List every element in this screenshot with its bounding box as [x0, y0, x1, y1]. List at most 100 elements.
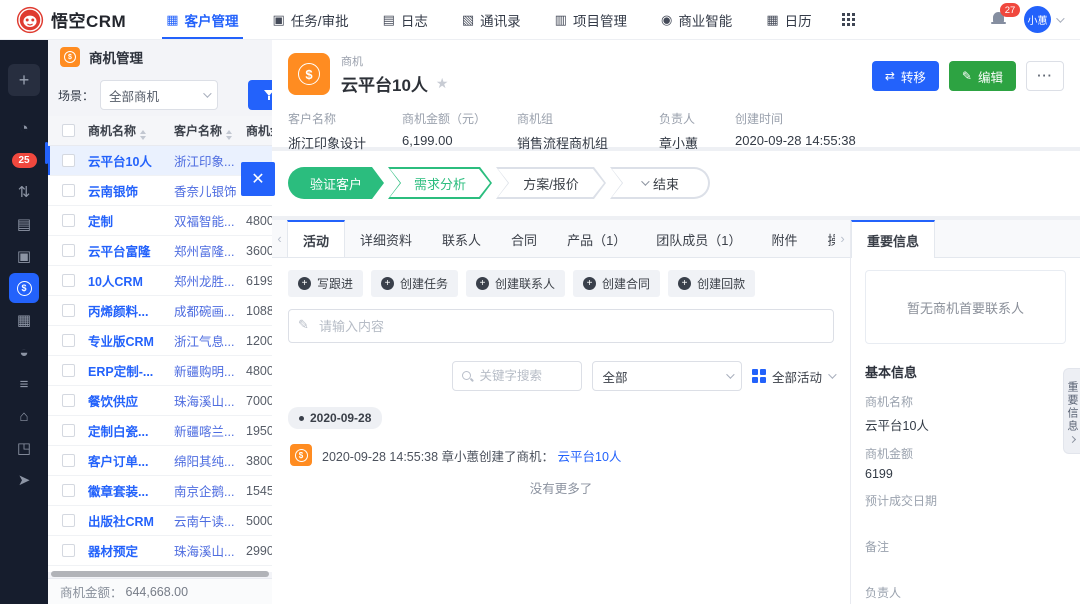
opportunity-row[interactable]: 定制 双福智能... 4800: [48, 206, 272, 236]
row-checkbox[interactable]: [61, 244, 75, 257]
tab[interactable]: 合同: [496, 220, 552, 257]
customer-name-link[interactable]: 浙江印象...: [174, 151, 246, 170]
opportunity-name-link[interactable]: 徽章套装...: [88, 481, 174, 500]
sidebar-scrollbar[interactable]: [45, 142, 48, 164]
customer-name-link[interactable]: 郑州富隆...: [174, 241, 246, 260]
nav-item[interactable]: ▤ 日志: [369, 0, 442, 39]
opportunity-name-link[interactable]: 云平台富隆: [88, 241, 174, 260]
opportunity-row[interactable]: 10人CRM 郑州龙胜... 6199: [48, 266, 272, 296]
apps-grid-icon[interactable]: [841, 13, 855, 26]
row-checkbox[interactable]: [61, 334, 75, 347]
horizontal-scrollbar[interactable]: [51, 571, 269, 577]
sidebar-item[interactable]: ➤ $: [0, 464, 48, 496]
opportunity-name-link[interactable]: 器材预定: [88, 541, 174, 560]
tab[interactable]: 附件: [757, 220, 813, 257]
close-detail-button[interactable]: ✕: [241, 162, 275, 196]
opportunity-row[interactable]: 云平台富隆 郑州富隆... 3600: [48, 236, 272, 266]
opportunity-link[interactable]: 云平台10人: [558, 450, 622, 464]
row-checkbox[interactable]: [61, 544, 75, 557]
opportunity-row[interactable]: 专业版CRM 浙江气息... 12000: [48, 326, 272, 356]
opportunity-name-link[interactable]: ERP定制-...: [88, 361, 174, 380]
opportunity-name-link[interactable]: 云南银饰: [88, 181, 174, 200]
nav-item[interactable]: ▥ 项目管理: [541, 0, 641, 39]
opportunity-row[interactable]: 器材预定 珠海溪山... 2990: [48, 536, 272, 566]
sidebar-item[interactable]: ⇅ $: [0, 176, 48, 208]
row-checkbox[interactable]: [61, 454, 75, 467]
opportunity-name-link[interactable]: 云平台10人: [88, 151, 174, 170]
nav-item[interactable]: ▣ 任务/审批: [259, 0, 363, 39]
tab[interactable]: 操作记录: [813, 220, 835, 257]
more-actions-button[interactable]: ···: [1026, 61, 1064, 91]
stage-step[interactable]: 方案/报价: [496, 167, 606, 199]
row-checkbox[interactable]: [61, 514, 75, 527]
important-info-collapse-tab[interactable]: 重要信息: [1063, 368, 1080, 454]
notifications-button[interactable]: 27: [991, 3, 1020, 28]
opportunity-row[interactable]: 云南银饰 香奈儿银饰 10000: [48, 176, 272, 206]
nav-item[interactable]: ▦ 日历: [752, 0, 825, 39]
opportunity-row[interactable]: 出版社CRM 云南午读... 5000: [48, 506, 272, 536]
quick-action-button[interactable]: + 创建联系人: [466, 270, 566, 297]
row-checkbox[interactable]: [61, 154, 75, 167]
customer-name-link[interactable]: 香奈儿银饰: [174, 181, 246, 200]
column-header[interactable]: 商机金额: [246, 122, 272, 139]
select-all-checkbox[interactable]: [61, 124, 75, 137]
tab[interactable]: 联系人: [427, 220, 496, 257]
row-checkbox[interactable]: [61, 484, 75, 497]
nav-item[interactable]: ◉ 商业智能: [647, 0, 746, 39]
opportunity-name-link[interactable]: 定制: [88, 211, 174, 230]
customer-name-link[interactable]: 成都碗画...: [174, 301, 246, 320]
activity-type-select[interactable]: 全部: [592, 361, 743, 391]
customer-name-link[interactable]: 珠海溪山...: [174, 391, 246, 410]
opportunity-name-link[interactable]: 出版社CRM: [88, 511, 174, 530]
customer-name-link[interactable]: 南京企鹅...: [174, 481, 246, 500]
customer-name-link[interactable]: 珠海溪山...: [174, 541, 246, 560]
sidebar-item[interactable]: ◳ $: [0, 432, 48, 464]
add-button[interactable]: +: [8, 64, 40, 96]
row-checkbox[interactable]: [61, 424, 75, 437]
column-header[interactable]: 商机名称: [88, 122, 174, 140]
column-header[interactable]: 客户名称: [174, 122, 246, 140]
sidebar-item[interactable]: ▦ $: [0, 304, 48, 336]
activity-scope-select[interactable]: 全部活动: [752, 367, 837, 386]
tab[interactable]: 团队成员（1）: [641, 220, 756, 257]
tab[interactable]: 产品（1）: [552, 220, 641, 257]
sidebar-item[interactable]: $ $: [0, 272, 48, 304]
opportunity-row[interactable]: 餐饮供应 珠海溪山... 70000: [48, 386, 272, 416]
stage-step[interactable]: 验证客户: [288, 167, 384, 199]
opportunity-name-link[interactable]: 餐饮供应: [88, 391, 174, 410]
customer-name-link[interactable]: 新疆购明...: [174, 361, 246, 380]
stage-step[interactable]: 需求分析: [388, 167, 492, 199]
opportunity-row[interactable]: 徽章套装... 南京企鹅... 15450: [48, 476, 272, 506]
customer-name-link[interactable]: 郑州龙胜...: [174, 271, 246, 290]
keyword-search[interactable]: [452, 361, 583, 391]
sidebar-item[interactable]: ▤ $: [0, 208, 48, 240]
customer-name-link[interactable]: 云南午读...: [174, 511, 246, 530]
row-checkbox[interactable]: [61, 184, 75, 197]
sidebar-item[interactable]: ◔ $: [0, 112, 48, 144]
opportunity-row[interactable]: ERP定制-... 新疆购明... 4800: [48, 356, 272, 386]
tab-important-info[interactable]: 重要信息: [851, 220, 936, 258]
row-checkbox[interactable]: [61, 394, 75, 407]
sidebar-item[interactable]: 25 $: [0, 144, 48, 176]
scene-select[interactable]: 全部商机: [100, 80, 219, 110]
edit-button[interactable]: ✎ 编辑: [948, 61, 1016, 91]
opportunity-row[interactable]: 客户订单... 绵阳其纯... 3800: [48, 446, 272, 476]
favorite-star-icon[interactable]: ★: [436, 75, 449, 92]
quick-action-button[interactable]: + 创建回款: [668, 270, 756, 297]
filter-button[interactable]: [248, 80, 272, 110]
keyword-search-input[interactable]: [479, 369, 574, 383]
tab[interactable]: 详细资料: [345, 220, 427, 257]
row-checkbox[interactable]: [61, 304, 75, 317]
opportunity-row[interactable]: 丙烯颜料... 成都碗画... 10880: [48, 296, 272, 326]
nav-item[interactable]: ▦ 客户管理: [152, 0, 252, 39]
row-checkbox[interactable]: [61, 274, 75, 287]
tabs-scroll-right-icon[interactable]: ›: [835, 220, 850, 257]
transfer-button[interactable]: ⇄ 转移: [871, 61, 939, 91]
app-logo[interactable]: 悟空CRM: [0, 6, 152, 34]
quick-action-button[interactable]: + 写跟进: [288, 270, 364, 297]
customer-name-link[interactable]: 双福智能...: [174, 211, 246, 230]
tab[interactable]: 活动: [287, 220, 346, 257]
sidebar-item[interactable]: ⌂ $: [0, 400, 48, 432]
opportunity-name-link[interactable]: 定制白瓷...: [88, 421, 174, 440]
sidebar-item[interactable]: ≡ $: [0, 368, 48, 400]
